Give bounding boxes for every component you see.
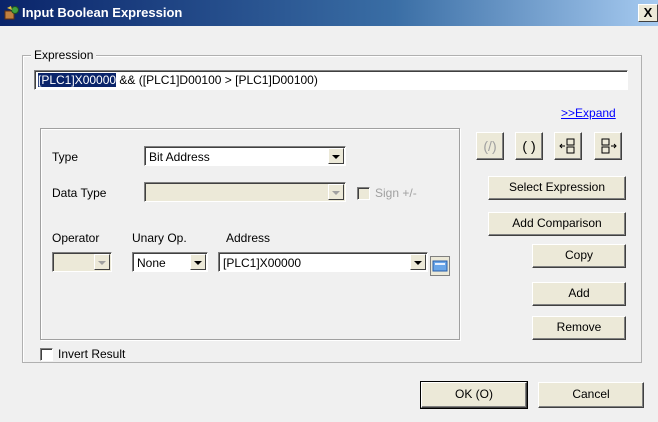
operator-label: Operator bbox=[52, 231, 100, 245]
move-left-button[interactable] bbox=[554, 132, 582, 160]
data-type-dropdown-button[interactable] bbox=[328, 184, 344, 200]
keypad-icon bbox=[432, 260, 448, 272]
address-input-button[interactable] bbox=[430, 256, 450, 276]
type-select-value: Bit Address bbox=[149, 150, 210, 164]
chevron-down-icon bbox=[332, 191, 340, 195]
move-left-icon bbox=[559, 138, 575, 154]
unary-op-dropdown-button[interactable] bbox=[190, 254, 206, 270]
cancel-button[interactable]: Cancel bbox=[538, 382, 644, 408]
expression-rest-text[interactable]: && ([PLC1]D00100 > [PLC1]D00100) bbox=[116, 73, 317, 87]
copy-button[interactable]: Copy bbox=[532, 244, 626, 268]
address-select[interactable]: [PLC1]X00000 bbox=[218, 252, 428, 272]
type-select[interactable]: Bit Address bbox=[144, 146, 346, 166]
not-button[interactable]: (/) bbox=[476, 132, 504, 160]
chevron-down-icon bbox=[414, 261, 422, 265]
chevron-down-icon bbox=[332, 155, 340, 159]
chevron-down-icon bbox=[98, 261, 106, 265]
window-title: Input Boolean Expression bbox=[22, 5, 183, 20]
type-dropdown-button[interactable] bbox=[328, 148, 344, 164]
chevron-down-icon bbox=[194, 261, 202, 265]
expression-text-field[interactable]: [PLC1]X00000 && ([PLC1]D00100 > [PLC1]D0… bbox=[34, 70, 628, 90]
expression-selected-token[interactable]: [PLC1]X00000 bbox=[38, 73, 117, 87]
data-type-label: Data Type bbox=[52, 186, 107, 200]
close-button[interactable]: X bbox=[638, 4, 658, 22]
parentheses-button[interactable]: ( ) bbox=[515, 132, 543, 160]
expand-link[interactable]: >>Expand bbox=[561, 106, 616, 120]
add-comparison-button[interactable]: Add Comparison bbox=[488, 212, 626, 236]
address-dropdown-button[interactable] bbox=[410, 254, 426, 270]
address-label: Address bbox=[226, 231, 271, 245]
invert-result-label: Invert Result bbox=[58, 347, 126, 361]
unary-op-select-value: None bbox=[137, 256, 166, 270]
operator-dropdown-button[interactable] bbox=[94, 254, 110, 270]
input-boolean-expression-dialog: Input Boolean Expression X Expression [P… bbox=[0, 0, 658, 422]
select-expression-button[interactable]: Select Expression bbox=[488, 176, 626, 200]
ok-button[interactable]: OK (O) bbox=[420, 381, 528, 409]
move-right-button[interactable] bbox=[594, 132, 622, 160]
app-icon bbox=[4, 6, 19, 20]
add-button[interactable]: Add bbox=[532, 282, 626, 306]
parentheses-icon: ( ) bbox=[522, 138, 536, 154]
sign-checkbox[interactable] bbox=[357, 187, 370, 200]
address-select-value: [PLC1]X00000 bbox=[223, 256, 302, 270]
sign-label: Sign +/- bbox=[375, 186, 417, 200]
data-type-select[interactable] bbox=[144, 182, 346, 202]
expression-group-label: Expression bbox=[31, 48, 97, 62]
unary-op-select[interactable]: None bbox=[132, 252, 208, 272]
unary-op-label: Unary Op. bbox=[132, 231, 187, 245]
invert-result-checkbox[interactable] bbox=[40, 348, 53, 361]
not-icon: (/) bbox=[483, 138, 497, 154]
remove-button[interactable]: Remove bbox=[532, 316, 626, 340]
title-bar[interactable]: Input Boolean Expression X bbox=[0, 0, 658, 26]
operator-select[interactable] bbox=[52, 252, 112, 272]
type-label: Type bbox=[52, 150, 79, 164]
move-right-icon bbox=[601, 138, 617, 154]
